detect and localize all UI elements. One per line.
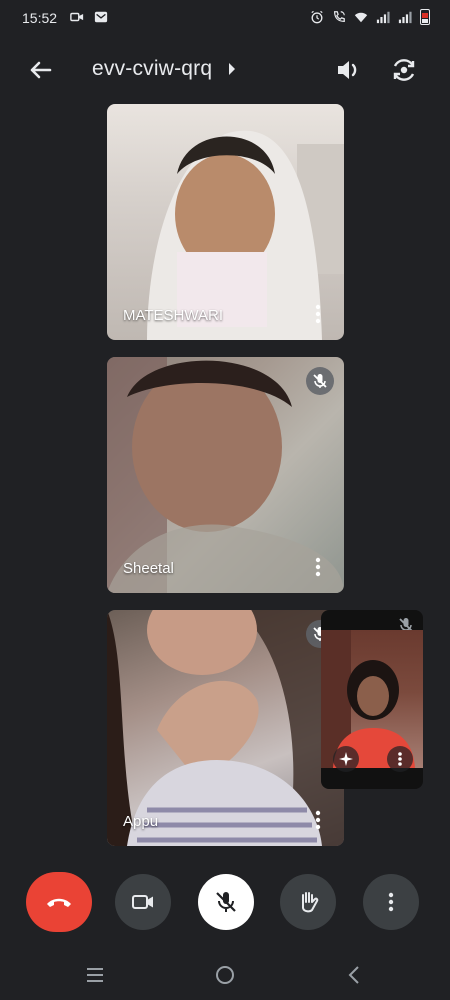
chevron-right-icon[interactable] <box>228 62 236 76</box>
participant-tile[interactable]: Sheetal <box>107 357 344 593</box>
status-left-icons <box>70 10 108 24</box>
participant-name: Sheetal <box>123 560 174 577</box>
more-vert-icon[interactable] <box>308 302 328 326</box>
participant-name: MATESHWARI <box>123 307 223 324</box>
alarm-icon <box>311 10 323 24</box>
message-icon <box>94 11 108 23</box>
camera-toggle-button[interactable] <box>115 874 171 930</box>
back-icon[interactable] <box>344 964 366 986</box>
video-icon <box>70 12 84 22</box>
participant-tile[interactable]: Appu <box>107 610 344 846</box>
status-bar: 15:52 <box>0 0 450 36</box>
status-time: 15:52 <box>22 10 58 26</box>
mute-badge <box>306 367 334 395</box>
system-nav-bar <box>0 950 450 1000</box>
raise-hand-button[interactable] <box>280 874 336 930</box>
flip-camera-icon[interactable] <box>388 54 420 86</box>
self-video <box>321 630 423 768</box>
back-arrow-icon[interactable] <box>24 54 56 86</box>
end-call-button[interactable] <box>26 872 92 932</box>
call-header: evv-cviw-qrq <box>0 40 450 100</box>
signal-icon <box>398 11 412 24</box>
wifi-call-icon <box>334 11 345 22</box>
status-right-icons <box>310 9 430 25</box>
meeting-code[interactable]: evv-cviw-qrq <box>92 57 212 81</box>
more-vert-icon[interactable] <box>308 808 328 832</box>
call-controls <box>0 872 450 932</box>
participant-name: Appu <box>123 813 159 830</box>
raise-hand-icon <box>302 892 319 913</box>
more-options-button[interactable] <box>363 874 419 930</box>
self-view[interactable] <box>321 610 423 789</box>
recents-icon[interactable] <box>84 964 106 986</box>
speaker-icon[interactable] <box>332 54 364 86</box>
more-vert-icon <box>388 892 394 912</box>
end-call-icon <box>47 898 71 907</box>
wifi-icon <box>354 12 368 23</box>
mic-toggle-button[interactable] <box>198 874 254 930</box>
more-vert-icon[interactable] <box>308 555 328 579</box>
more-vert-icon[interactable] <box>387 746 413 772</box>
battery-icon <box>420 9 430 25</box>
signal-icon <box>376 11 390 24</box>
mic-off-icon <box>313 374 327 388</box>
participant-tile[interactable]: MATESHWARI <box>107 104 344 340</box>
mic-off-icon <box>216 892 236 912</box>
effects-sparkle-icon[interactable] <box>333 746 359 772</box>
home-icon[interactable] <box>214 964 236 986</box>
camera-icon <box>132 895 153 909</box>
